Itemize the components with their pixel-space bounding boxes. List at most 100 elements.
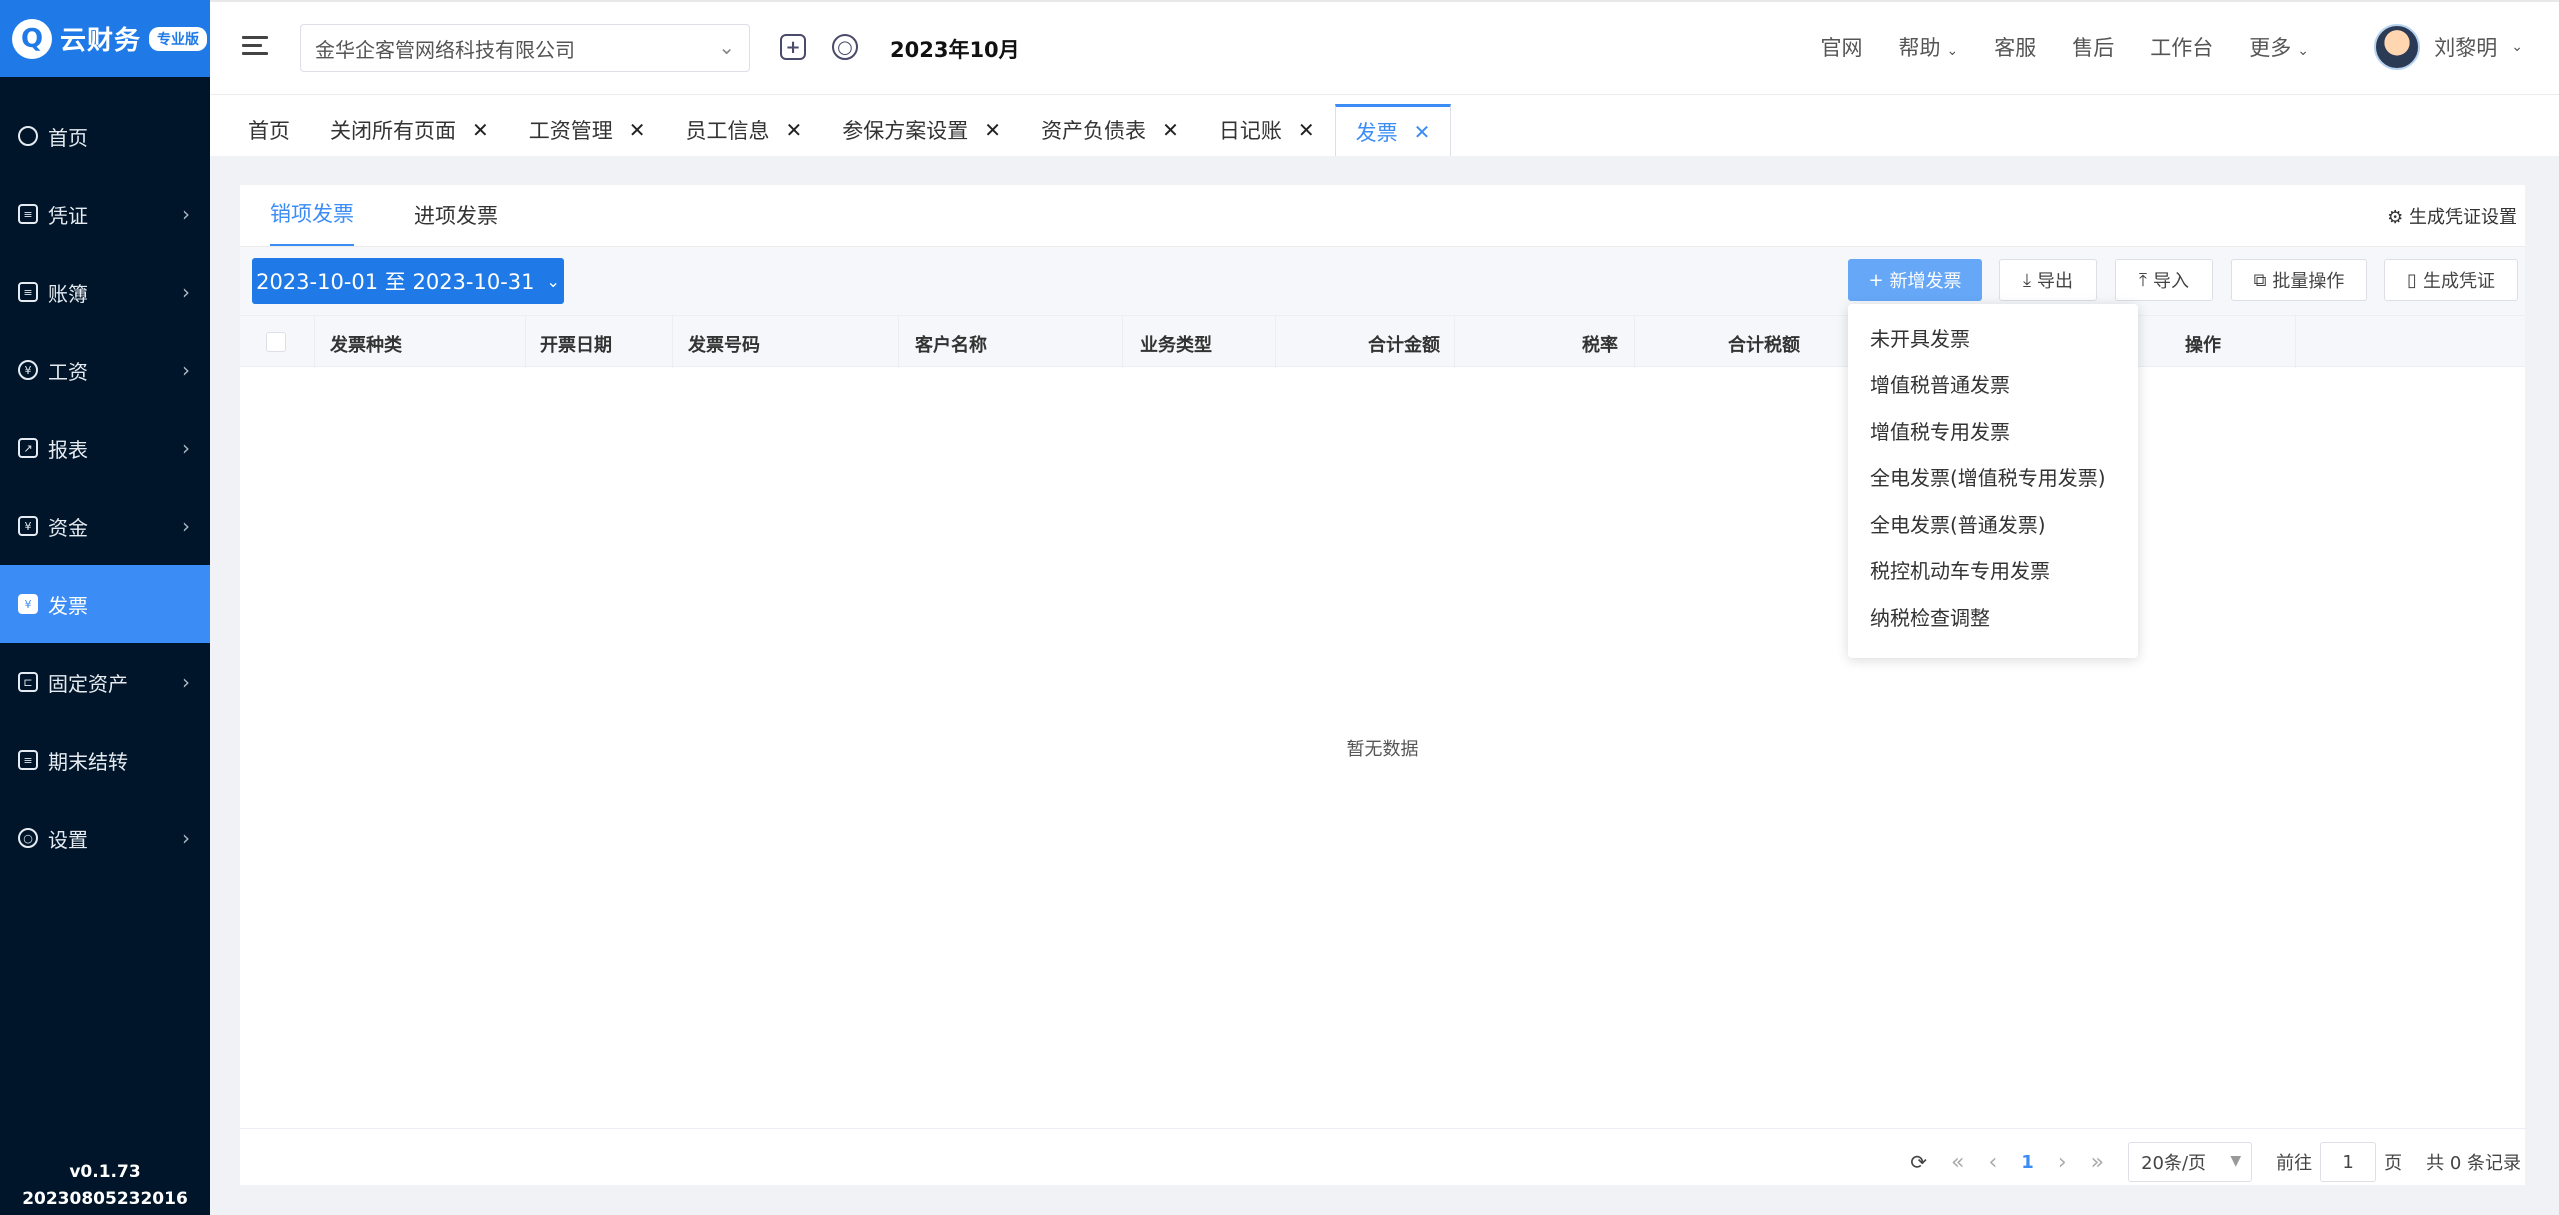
sidebar-item-label: 首页: [48, 125, 88, 150]
generate-voucher-button[interactable]: ▯ 生成凭证: [2384, 259, 2518, 301]
download-icon: ⤓: [2023, 269, 2031, 291]
chevron-right-icon: ›: [182, 436, 190, 460]
tab-close-all[interactable]: 关闭所有页面 ✕: [310, 104, 509, 156]
goto-page-input[interactable]: 1: [2320, 1142, 2377, 1182]
tab-salary-management[interactable]: 工资管理 ✕: [509, 104, 666, 156]
next-page-icon[interactable]: ›: [2058, 1150, 2067, 1175]
close-icon[interactable]: ✕: [629, 118, 646, 142]
sidebar-item-ledger[interactable]: ≡ 账簿 ›: [0, 253, 210, 331]
link-more[interactable]: 更多 ⌄: [2249, 32, 2309, 62]
close-icon[interactable]: ✕: [1162, 118, 1179, 142]
chevron-right-icon: ›: [182, 280, 190, 304]
page-size-value: 20条/页: [2141, 1153, 2207, 1174]
menu-item-motor-vehicle-invoice[interactable]: 税控机动车专用发票: [1848, 547, 2138, 594]
invoice-icon: ¥: [18, 594, 38, 614]
menu-item-vat-normal-invoice[interactable]: 增值税普通发票: [1848, 361, 2138, 408]
column-tax-rate[interactable]: 税率: [1582, 331, 1618, 357]
tab-insurance-plan[interactable]: 参保方案设置 ✕: [822, 104, 1021, 156]
close-icon[interactable]: ✕: [984, 118, 1001, 142]
column-issue-date[interactable]: 开票日期: [540, 331, 612, 357]
prev-page-icon[interactable]: ‹: [1988, 1150, 1997, 1175]
sidebar-item-invoice[interactable]: ¥ 发票: [0, 565, 210, 643]
sidebar-item-voucher[interactable]: ≡ 凭证 ›: [0, 175, 210, 253]
voucher-settings-link[interactable]: ⚙ 生成凭证设置: [2387, 203, 2517, 229]
tab-employee-info[interactable]: 员工信息 ✕: [666, 104, 823, 156]
logo[interactable]: Q 云财务 专业版: [0, 0, 210, 77]
sidebar-item-label: 期末结转: [48, 749, 128, 774]
new-invoice-dropdown: 未开具发票 增值税普通发票 增值税专用发票 全电发票(增值税专用发票) 全电发票…: [1848, 304, 2138, 658]
link-workbench[interactable]: 工作台: [2150, 32, 2213, 62]
menu-item-e-invoice-special[interactable]: 全电发票(增值税专用发票): [1848, 454, 2138, 501]
close-icon[interactable]: ✕: [786, 118, 803, 142]
table-header: 发票种类 开票日期 发票号码 客户名称 业务类型 合计金额 税率 合计税额 操作: [240, 315, 2525, 368]
menu-item-e-invoice-normal[interactable]: 全电发票(普通发票): [1848, 500, 2138, 547]
tab-label: 发票: [1355, 120, 1398, 145]
first-page-icon[interactable]: «: [1951, 1150, 1964, 1175]
menu-item-unissued-invoice[interactable]: 未开具发票: [1848, 314, 2138, 361]
chevron-right-icon: ›: [182, 670, 190, 694]
last-page-icon[interactable]: »: [2091, 1150, 2104, 1175]
settings-icon: ○: [18, 828, 38, 848]
menu-item-tax-inspection-adjustment[interactable]: 纳税检查调整: [1848, 593, 2138, 640]
batch-operation-label: 批量操作: [2272, 271, 2345, 292]
chevron-down-icon: ⌄: [546, 271, 560, 291]
menu-item-vat-special-invoice[interactable]: 增值税专用发票: [1848, 407, 2138, 454]
chevron-down-icon: ⌄: [2511, 39, 2523, 55]
accounting-period[interactable]: 2023年10月: [890, 34, 1020, 64]
page-unit: 页: [2384, 1153, 2403, 1174]
column-total-tax[interactable]: 合计税额: [1728, 331, 1800, 357]
company-name: 金华企客管网络科技有限公司: [315, 37, 575, 62]
sidebar-item-funds[interactable]: ¥ 资金 ›: [0, 487, 210, 565]
plus-icon: +: [1868, 269, 1884, 291]
page-size-select[interactable]: 20条/页 ▼: [2128, 1142, 2253, 1182]
link-help-label: 帮助: [1898, 36, 1941, 60]
sidebar-item-home[interactable]: 首页: [0, 97, 210, 175]
date-range-picker[interactable]: 2023-10-01 至 2023-10-31 ⌄: [252, 258, 564, 304]
close-icon[interactable]: ✕: [1298, 118, 1315, 142]
column-customer-name[interactable]: 客户名称: [915, 331, 987, 357]
tab-sales-invoice[interactable]: 销项发票: [270, 198, 354, 246]
tab-home[interactable]: 首页: [228, 104, 310, 156]
sidebar-item-salary[interactable]: ¥ 工资 ›: [0, 331, 210, 409]
total-records: 共 0 条记录: [2426, 1153, 2521, 1174]
batch-operation-button[interactable]: ⧉ 批量操作: [2231, 259, 2367, 301]
refresh-icon[interactable]: ⟳: [1910, 1150, 1927, 1174]
link-after-sales[interactable]: 售后: [2072, 32, 2114, 62]
import-button[interactable]: ⤒ 导入: [2115, 259, 2213, 301]
column-total-amount[interactable]: 合计金额: [1368, 331, 1440, 357]
column-business-type[interactable]: 业务类型: [1140, 331, 1212, 357]
document-icon: ▯: [2407, 269, 2417, 291]
tab-invoice[interactable]: 发票 ✕: [1334, 104, 1452, 156]
column-invoice-type[interactable]: 发票种类: [330, 331, 402, 357]
tab-balance-sheet[interactable]: 资产负债表 ✕: [1021, 104, 1199, 156]
tab-label: 参保方案设置: [842, 119, 969, 143]
link-customer-service[interactable]: 客服: [1994, 32, 2036, 62]
close-icon[interactable]: ✕: [1414, 120, 1431, 144]
add-square-icon[interactable]: +: [780, 34, 806, 60]
export-button[interactable]: ⤓ 导出: [1999, 259, 2097, 301]
chevron-right-icon: ›: [182, 358, 190, 382]
sidebar-item-period-close[interactable]: ≡ 期末结转: [0, 721, 210, 799]
link-official-site[interactable]: 官网: [1821, 32, 1863, 62]
user-menu[interactable]: 刘黎明 ⌄: [2374, 24, 2523, 70]
date-range-label: 2023-10-01 至 2023-10-31: [256, 270, 535, 294]
sidebar-item-label: 报表: [48, 437, 88, 462]
menu-toggle-icon[interactable]: [242, 36, 268, 60]
column-invoice-number[interactable]: 发票号码: [688, 331, 760, 357]
tab-journal[interactable]: 日记账 ✕: [1199, 104, 1335, 156]
sidebar-item-fixed-assets[interactable]: ⊏ 固定资产 ›: [0, 643, 210, 721]
current-page[interactable]: 1: [2021, 1152, 2034, 1173]
chevron-down-icon: ⌄: [1946, 43, 1959, 59]
sidebar-item-settings[interactable]: ○ 设置 ›: [0, 799, 210, 877]
close-icon[interactable]: ✕: [472, 118, 489, 142]
company-select[interactable]: 金华企客管网络科技有限公司 ⌄: [300, 24, 750, 72]
logo-mark-icon: Q: [12, 18, 52, 59]
new-invoice-button[interactable]: + 新增发票: [1848, 259, 1982, 301]
select-all-checkbox[interactable]: [266, 332, 286, 352]
link-help[interactable]: 帮助 ⌄: [1899, 32, 1959, 62]
tab-label: 关闭所有页面: [330, 119, 456, 143]
refresh-circle-icon[interactable]: ○: [832, 34, 858, 60]
chevron-right-icon: ›: [182, 514, 190, 538]
sidebar-item-report[interactable]: ↗ 报表 ›: [0, 409, 210, 487]
tab-purchase-invoice[interactable]: 进项发票: [414, 200, 498, 246]
